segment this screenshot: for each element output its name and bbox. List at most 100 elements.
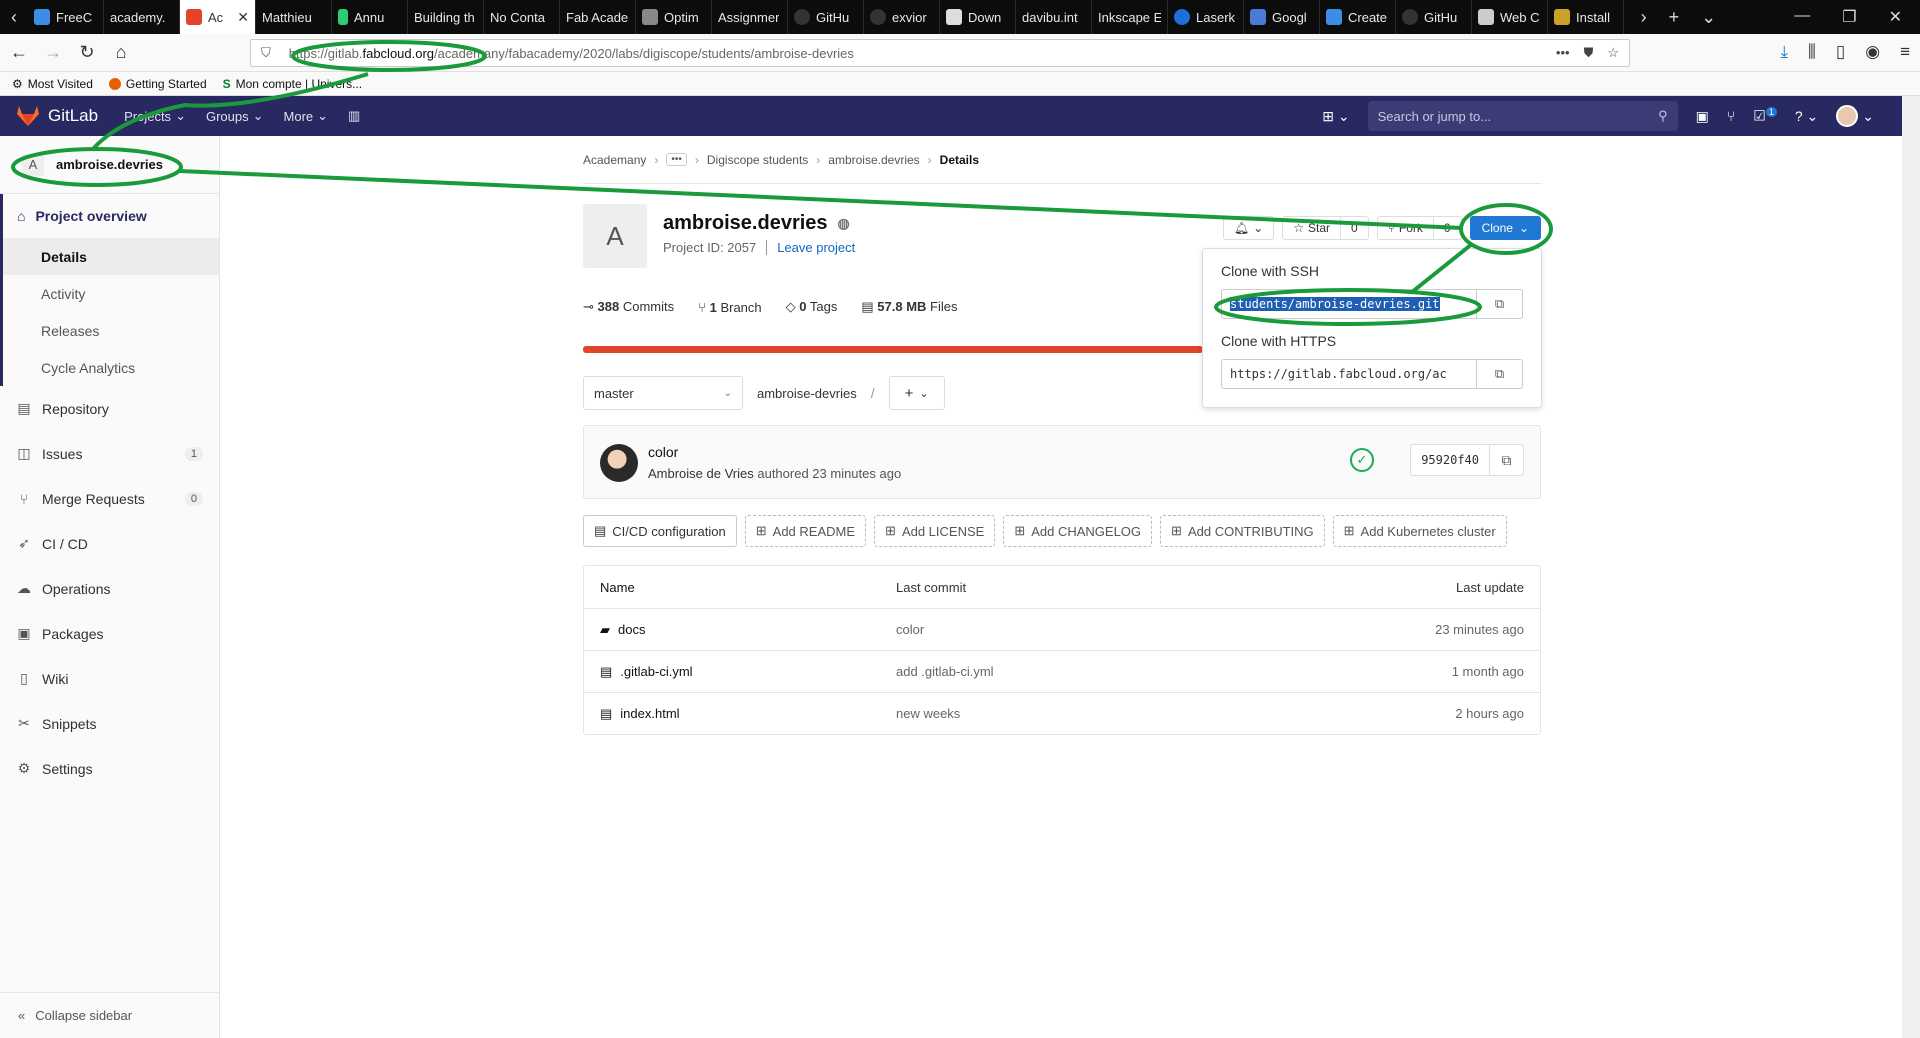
sidebar-item-issues[interactable]: ◫ Issues 1 [0, 431, 219, 476]
fork-count[interactable]: 0 [1432, 217, 1461, 239]
sidebar-item-cycle-analytics[interactable]: Cycle Analytics [3, 349, 219, 386]
copy-icon[interactable]: ⧉ [1477, 359, 1523, 389]
sidebars-icon[interactable]: ▯ [1836, 42, 1845, 62]
browser-tab[interactable]: Fab Acade [560, 0, 636, 34]
browser-tab[interactable]: Inkscape E [1092, 0, 1168, 34]
sidebar-item-merge-requests[interactable]: ⑂ Merge Requests 0 [0, 476, 219, 521]
reload-icon[interactable]: ↻ [72, 38, 102, 68]
account-icon[interactable]: ◉ [1865, 42, 1880, 62]
library-icon[interactable]: ⫼ [1808, 42, 1816, 62]
clone-ssh-field[interactable]: students/ambroise-devries.git [1221, 289, 1477, 319]
collapse-sidebar-button[interactable]: «Collapse sidebar [0, 992, 219, 1038]
close-tab-icon[interactable]: ✕ [237, 9, 249, 26]
browser-tab[interactable]: Assignmer [712, 0, 788, 34]
sidebar-item-ci-cd[interactable]: ➶ CI / CD [0, 521, 219, 566]
bookmark-mon-compte[interactable]: S Mon compte | Univers... [223, 77, 363, 91]
browser-tab[interactable]: Matthieu [256, 0, 332, 34]
copy-icon[interactable]: ⧉ [1477, 289, 1523, 319]
browser-tab[interactable]: Down [940, 0, 1016, 34]
page-actions-icon[interactable]: ••• [1556, 45, 1570, 61]
browser-tab[interactable]: davibu.int [1016, 0, 1092, 34]
add-contributing-button[interactable]: ⊞ Add CONTRIBUTING [1160, 515, 1325, 547]
pocket-icon[interactable]: ⛊ [1584, 45, 1594, 61]
tags-stat[interactable]: ◇ 0 Tags [786, 299, 838, 315]
sidebar-item-settings[interactable]: ⚙ Settings [0, 746, 219, 791]
breadcrumb-item[interactable]: Academany [583, 153, 646, 167]
merge-requests-header-icon[interactable]: ⑂ [1727, 108, 1735, 124]
files-stat[interactable]: ▤ 57.8 MB Files [861, 299, 957, 315]
bookmark-getting-started[interactable]: Getting Started [108, 77, 207, 91]
branch-selector[interactable]: master ⌄ [583, 376, 743, 410]
add-to-tree-dropdown[interactable]: + ⌄ [888, 376, 945, 410]
sidebar-item-packages[interactable]: ▣ Packages [0, 611, 219, 656]
breadcrumb-expand-button[interactable]: ••• [666, 153, 687, 166]
browser-tab-active[interactable]: Ac ✕ [180, 0, 256, 34]
user-menu[interactable]: ⌄ [1836, 105, 1874, 127]
tab-scroll-left-icon[interactable]: ‹ [0, 0, 28, 34]
add-changelog-button[interactable]: ⊞ Add CHANGELOG [1003, 515, 1153, 547]
projects-menu[interactable]: Projects ⌄ [124, 108, 186, 124]
gitlab-logo[interactable]: GitLab [16, 105, 98, 127]
add-kubernetes-cluster-button[interactable]: ⊞ Add Kubernetes cluster [1332, 515, 1507, 547]
page-scrollbar[interactable] [1902, 96, 1920, 1038]
browser-tab[interactable]: Annu [332, 0, 408, 34]
downloads-icon[interactable]: ⤓ [1781, 42, 1789, 62]
search-input[interactable]: Search or jump to... ⚲ [1367, 101, 1678, 131]
table-row[interactable]: ▰ docs color 23 minutes ago [584, 608, 1540, 650]
back-icon[interactable]: ← [4, 38, 34, 68]
clone-button[interactable]: Clone ⌄ [1469, 216, 1541, 240]
browser-tab[interactable]: Install [1548, 0, 1624, 34]
add-readme-button[interactable]: ⊞ Add README [744, 515, 867, 547]
browser-tab[interactable]: Building th [408, 0, 484, 34]
breadcrumb-current[interactable]: Details [940, 153, 979, 167]
home-icon[interactable]: ⌂ [106, 38, 136, 68]
bookmark-star-icon[interactable]: ☆ [1607, 45, 1619, 61]
browser-tab[interactable]: GitHu [1396, 0, 1472, 34]
commit-message-link[interactable]: color [896, 622, 1296, 637]
browser-tab[interactable]: Laserk [1168, 0, 1244, 34]
browser-tab[interactable]: Optim [636, 0, 712, 34]
commits-stat[interactable]: ⊸ 388 Commits [583, 299, 674, 315]
commit-message-link[interactable]: add .gitlab-ci.yml [896, 664, 1296, 679]
commit-sha[interactable]: 95920f40 [1410, 444, 1490, 476]
more-menu[interactable]: More ⌄ [284, 108, 329, 124]
address-bar[interactable]: ⛉ https://gitlab.fabcloud.org /academany… [250, 39, 1630, 67]
restore-icon[interactable]: ❐ [1842, 7, 1856, 27]
issues-header-icon[interactable]: ▣ [1696, 108, 1709, 125]
commit-message-link[interactable]: new weeks [896, 706, 1296, 721]
close-window-icon[interactable]: ✕ [1889, 7, 1902, 27]
notification-dropdown[interactable]: 🔔︎ ⌄ [1222, 216, 1275, 240]
copy-icon[interactable]: ⧉ [1490, 444, 1524, 476]
menu-hamburger-icon[interactable]: ≡ [1900, 42, 1910, 62]
browser-tab[interactable]: exvior [864, 0, 940, 34]
file-name-link[interactable]: index.html [620, 706, 679, 721]
avatar[interactable] [600, 444, 638, 482]
sidebar-item-operations[interactable]: ☁ Operations [0, 566, 219, 611]
help-icon[interactable]: ? ⌄ [1795, 108, 1818, 125]
sidebar-project-header[interactable]: A ambroise.devries [0, 136, 219, 194]
file-name-link[interactable]: .gitlab-ci.yml [620, 664, 692, 679]
list-tabs-icon[interactable]: ⌄ [1701, 7, 1716, 28]
sidebar-item-snippets[interactable]: ✂ Snippets [0, 701, 219, 746]
bookmark-most-visited[interactable]: ⚙ Most Visited [12, 77, 93, 91]
sidebar-item-project-overview[interactable]: ⌂ Project overview [3, 194, 219, 238]
site-info-shield-icon[interactable]: ⛉ [261, 45, 271, 61]
browser-tab[interactable]: Googl [1244, 0, 1320, 34]
table-row[interactable]: ▤ .gitlab-ci.yml add .gitlab-ci.yml 1 mon… [584, 650, 1540, 692]
tab-scroll-right-icon[interactable]: › [1641, 7, 1647, 28]
browser-tab[interactable]: academy. [104, 0, 180, 34]
browser-tab[interactable]: FreeC [28, 0, 104, 34]
star-button[interactable]: ☆ Star 0 [1282, 216, 1369, 240]
commit-title-link[interactable]: color [648, 444, 678, 460]
breadcrumb-item[interactable]: Digiscope students [707, 153, 808, 167]
breadcrumb-item[interactable]: ambroise.devries [828, 153, 919, 167]
todos-icon[interactable]: ☑ 1 [1753, 107, 1777, 125]
sidebar-item-releases[interactable]: Releases [3, 312, 219, 349]
sidebar-item-repository[interactable]: ▤ Repository [0, 386, 219, 431]
leave-project-link[interactable]: Leave project [766, 240, 855, 255]
fork-button[interactable]: ⑂ Fork 0 [1376, 216, 1462, 240]
repo-path-link[interactable]: ambroise-devries [757, 386, 857, 401]
minimize-icon[interactable]: — [1794, 7, 1810, 27]
branch-stat[interactable]: ⑂ 1 Branch [698, 300, 762, 315]
commit-author-link[interactable]: Ambroise de Vries [648, 466, 754, 481]
